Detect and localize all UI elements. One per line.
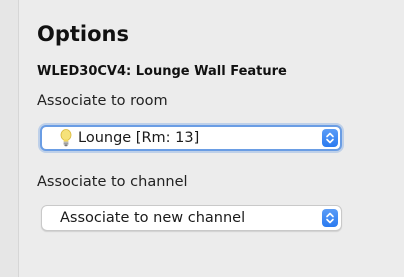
chevron-up-down-icon[interactable] (322, 209, 338, 227)
room-label: Associate to room (37, 93, 168, 109)
room-select[interactable]: Lounge [Rm: 13] (40, 125, 342, 151)
device-name: WLED30CV4: Lounge Wall Feature (37, 64, 287, 79)
channel-label: Associate to channel (37, 174, 188, 190)
chevron-up-down-icon[interactable] (322, 129, 338, 147)
room-select-value: Lounge [Rm: 13] (78, 130, 200, 146)
channel-select[interactable]: Associate to new channel (41, 205, 342, 231)
channel-select-value: Associate to new channel (60, 210, 246, 226)
lightbulb-icon (60, 129, 72, 147)
panel-title: Options (37, 22, 129, 46)
